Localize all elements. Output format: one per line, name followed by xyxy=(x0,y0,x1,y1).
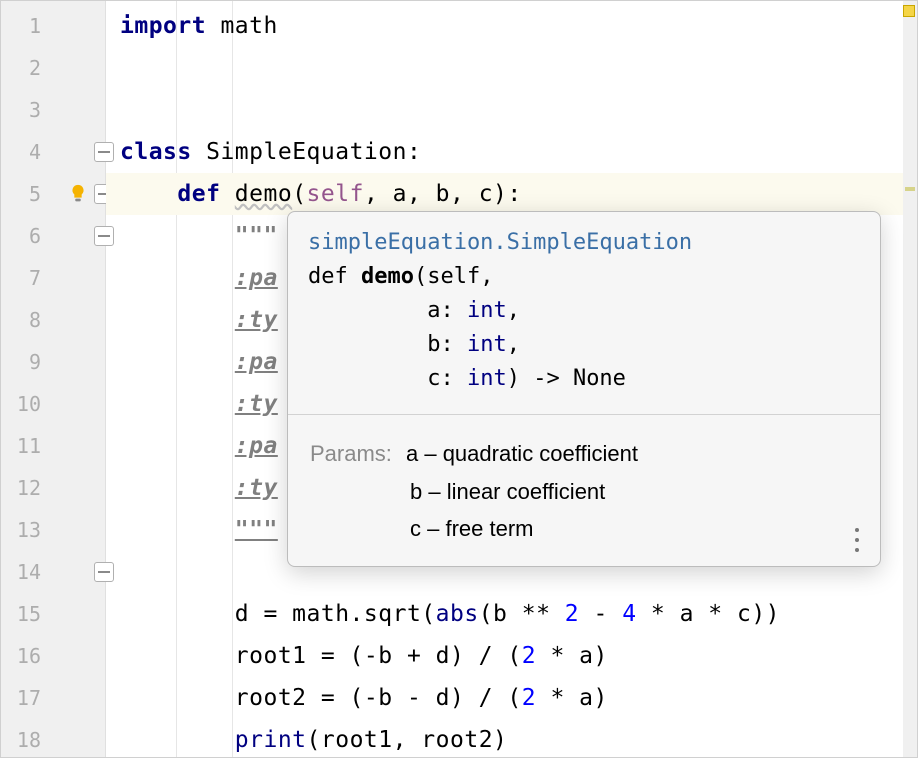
docstring-text: :ty xyxy=(235,475,278,501)
function-name: demo xyxy=(361,264,414,289)
param-desc: b – linear coefficient xyxy=(410,479,605,504)
code-line[interactable] xyxy=(106,47,917,89)
line-number: 18 xyxy=(1,719,51,760)
params-block: Params:a – quadratic coefficient b – lin… xyxy=(288,415,880,565)
line-number: 1 xyxy=(1,5,51,47)
qualified-class: simpleEquation.SimpleEquation xyxy=(308,230,692,255)
line-number: 5 xyxy=(1,173,51,215)
fold-column xyxy=(51,1,105,757)
code-line[interactable]: root2 = (-b - d) / (2 * a) xyxy=(106,677,917,719)
line-number: 15 xyxy=(1,593,51,635)
code-line[interactable]: print(root1, root2) xyxy=(106,719,917,760)
code-editor[interactable]: 1 2 3 4 5 6 7 8 9 10 11 12 13 14 15 16 1… xyxy=(0,0,918,758)
method-name: demo xyxy=(235,181,292,207)
line-number: 9 xyxy=(1,341,51,383)
more-actions-icon[interactable] xyxy=(848,528,866,552)
builtin-abs: abs xyxy=(436,601,479,627)
line-numbers: 1 2 3 4 5 6 7 8 9 10 11 12 13 14 15 16 1… xyxy=(1,1,51,757)
line-number: 11 xyxy=(1,425,51,467)
param-desc: c – free term xyxy=(410,516,533,541)
code-line[interactable]: d = math.sqrt(abs(b ** 2 - 4 * a * c)) xyxy=(106,593,917,635)
intention-bulb-icon[interactable] xyxy=(67,183,89,205)
code-line[interactable] xyxy=(106,89,917,131)
docstring-quote: """ xyxy=(235,223,278,249)
module-name: math xyxy=(220,13,277,39)
keyword-import: import xyxy=(120,13,206,39)
line-number: 12 xyxy=(1,467,51,509)
line-number: 13 xyxy=(1,509,51,551)
docstring-text: :pa xyxy=(235,349,278,375)
line-number: 8 xyxy=(1,299,51,341)
docstring-text: :pa xyxy=(235,265,278,291)
quick-doc-popup: simpleEquation.SimpleEquation def demo(s… xyxy=(287,211,881,567)
docstring-text: :ty xyxy=(235,391,278,417)
code-line[interactable]: import math xyxy=(106,5,917,47)
error-stripe[interactable] xyxy=(903,1,917,757)
line-number: 6 xyxy=(1,215,51,257)
line-number: 7 xyxy=(1,257,51,299)
class-name: SimpleEquation xyxy=(206,139,407,165)
line-number: 14 xyxy=(1,551,51,593)
warning-marker[interactable] xyxy=(905,187,915,191)
docstring-text: :pa xyxy=(235,433,278,459)
params-label: Params: xyxy=(310,435,406,472)
param-desc: a – quadratic coefficient xyxy=(406,441,638,466)
code-line[interactable]: root1 = (-b + d) / (2 * a) xyxy=(106,635,917,677)
gutter: 1 2 3 4 5 6 7 8 9 10 11 12 13 14 15 16 1… xyxy=(1,1,106,757)
line-number: 2 xyxy=(1,47,51,89)
docstring-text: """ xyxy=(235,517,278,543)
signature-block: simpleEquation.SimpleEquation def demo(s… xyxy=(288,212,880,415)
line-number: 4 xyxy=(1,131,51,173)
analysis-status-icon[interactable] xyxy=(903,5,915,17)
line-number: 16 xyxy=(1,635,51,677)
code-line-active[interactable]: def demo(self, a, b, c): xyxy=(106,173,917,215)
line-number: 17 xyxy=(1,677,51,719)
keyword-class: class xyxy=(120,139,192,165)
keyword-def: def xyxy=(177,181,220,207)
line-number: 10 xyxy=(1,383,51,425)
code-line[interactable]: class SimpleEquation: xyxy=(106,131,917,173)
builtin-print: print xyxy=(235,727,307,753)
docstring-text: :ty xyxy=(235,307,278,333)
self-param: self xyxy=(307,181,364,207)
line-number: 3 xyxy=(1,89,51,131)
